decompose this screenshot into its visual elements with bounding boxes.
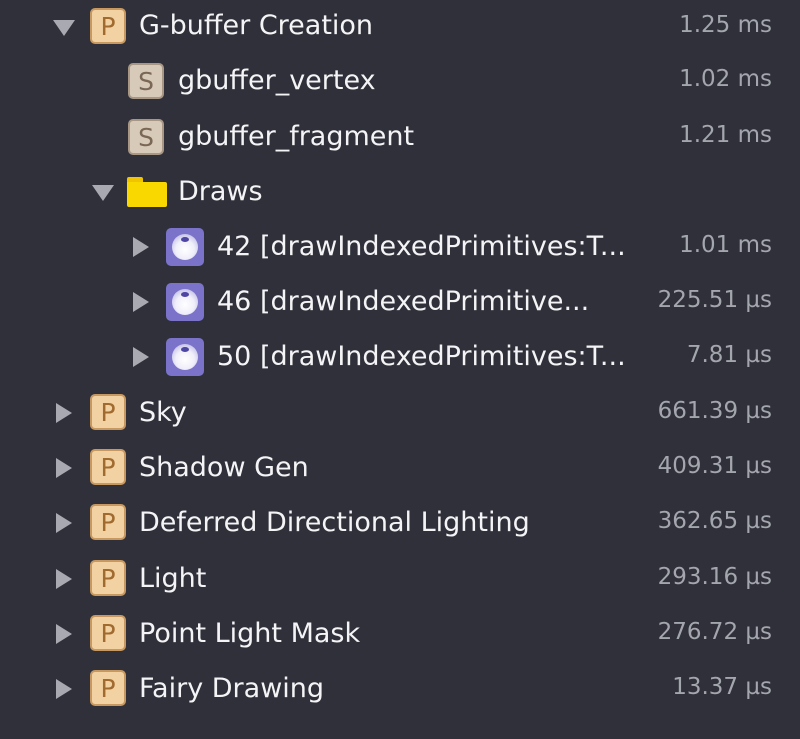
row-label: 50 [drawIndexedPrimitives:T... <box>217 341 626 372</box>
row-label: 42 [drawIndexedPrimitives:T... <box>217 231 626 262</box>
disclosure-collapsed-icon[interactable] <box>56 624 72 644</box>
shader-icon: S <box>128 63 164 99</box>
tree-row-draw-call[interactable]: 46 [drawIndexedPrimitive... 225.51 µs <box>0 274 800 330</box>
disclosure-collapsed-icon[interactable] <box>133 237 149 257</box>
row-time: 362.65 µs <box>657 508 772 534</box>
row-time: 293.16 µs <box>657 564 772 590</box>
pipeline-state-icon: P <box>90 560 126 596</box>
pipeline-state-icon: P <box>90 394 126 430</box>
gpu-counters-outline: P G-buffer Creation 1.25 ms S gbuffer_ve… <box>0 0 800 739</box>
row-label: Point Light Mask <box>139 618 361 649</box>
draw-call-icon <box>166 228 204 266</box>
tree-row-gbuffer-fragment[interactable]: S gbuffer_fragment 1.21 ms <box>0 110 800 166</box>
tree-row-deferred-directional-lighting[interactable]: P Deferred Directional Lighting 362.65 µ… <box>0 495 800 551</box>
tree-row-gbuffer-vertex[interactable]: S gbuffer_vertex 1.02 ms <box>0 54 800 110</box>
row-time: 1.25 ms <box>679 12 772 38</box>
row-time: 1.02 ms <box>679 66 772 92</box>
row-time: 409.31 µs <box>657 453 772 479</box>
disclosure-collapsed-icon[interactable] <box>56 458 72 478</box>
row-label: G-buffer Creation <box>139 10 374 41</box>
tree-row-sky[interactable]: P Sky 661.39 µs <box>0 385 800 441</box>
disclosure-collapsed-icon[interactable] <box>56 403 72 423</box>
folder-icon <box>127 177 167 207</box>
tree-row-draws-folder[interactable]: Draws <box>0 165 800 221</box>
row-time: 661.39 µs <box>657 398 772 424</box>
row-time: 276.72 µs <box>657 619 772 645</box>
tree-row-gbuffer-creation[interactable]: P G-buffer Creation 1.25 ms <box>0 0 800 56</box>
disclosure-collapsed-icon[interactable] <box>133 292 149 312</box>
row-label: gbuffer_vertex <box>178 65 376 96</box>
tree-row-light[interactable]: P Light 293.16 µs <box>0 551 800 607</box>
disclosure-expanded-icon[interactable] <box>53 20 75 36</box>
pipeline-state-icon: P <box>90 8 126 44</box>
pipeline-state-icon: P <box>90 449 126 485</box>
row-label: Draws <box>178 176 263 207</box>
disclosure-expanded-icon[interactable] <box>92 185 114 201</box>
row-label: 46 [drawIndexedPrimitive... <box>217 286 590 317</box>
tree-row-shadow-gen[interactable]: P Shadow Gen 409.31 µs <box>0 440 800 496</box>
row-time: 225.51 µs <box>657 287 772 313</box>
disclosure-collapsed-icon[interactable] <box>133 347 149 367</box>
draw-call-icon <box>166 338 204 376</box>
row-time: 1.01 ms <box>679 232 772 258</box>
row-time: 13.37 µs <box>672 674 772 700</box>
row-label: Shadow Gen <box>139 452 309 483</box>
row-time: 1.21 ms <box>679 122 772 148</box>
tree-row-draw-call[interactable]: 42 [drawIndexedPrimitives:T... 1.01 ms <box>0 219 800 275</box>
row-label: Sky <box>139 397 187 428</box>
tree-row-fairy-drawing[interactable]: P Fairy Drawing 13.37 µs <box>0 661 800 717</box>
draw-call-icon <box>166 283 204 321</box>
pipeline-state-icon: P <box>90 670 126 706</box>
pipeline-state-icon: P <box>90 615 126 651</box>
row-label: Fairy Drawing <box>139 673 325 704</box>
row-time: 7.81 µs <box>686 342 772 368</box>
tree-row-point-light-mask[interactable]: P Point Light Mask 276.72 µs <box>0 606 800 662</box>
disclosure-collapsed-icon[interactable] <box>56 679 72 699</box>
row-label: Light <box>139 563 207 594</box>
disclosure-collapsed-icon[interactable] <box>56 569 72 589</box>
shader-icon: S <box>128 119 164 155</box>
disclosure-collapsed-icon[interactable] <box>56 513 72 533</box>
row-label: Deferred Directional Lighting <box>139 507 530 538</box>
row-label: gbuffer_fragment <box>178 121 415 152</box>
tree-row-draw-call[interactable]: 50 [drawIndexedPrimitives:T... 7.81 µs <box>0 329 800 385</box>
pipeline-state-icon: P <box>90 504 126 540</box>
